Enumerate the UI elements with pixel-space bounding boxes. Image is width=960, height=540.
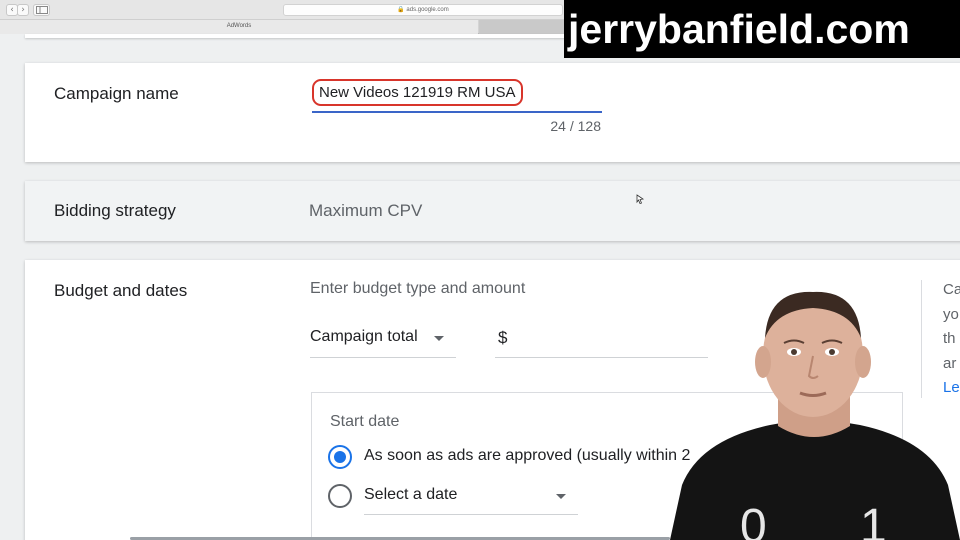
- campaign-name-card: Campaign name New Videos 121919 RM USA 2…: [25, 63, 960, 162]
- campaign-name-label: Campaign name: [54, 84, 179, 103]
- bidding-strategy-label: Bidding strategy: [54, 201, 176, 220]
- webcam-overlay: 0 1: [670, 291, 960, 540]
- budget-type-select[interactable]: Campaign total: [310, 324, 456, 358]
- dropdown-arrow-icon: [434, 336, 444, 341]
- watermark-banner: jerrybanfield.com: [564, 0, 960, 58]
- start-asap-label: As soon as ads are approved (usually wit…: [364, 447, 691, 464]
- bidding-strategy-card[interactable]: Bidding strategy Maximum CPV: [25, 181, 960, 241]
- radio-checked-icon[interactable]: [328, 445, 352, 469]
- lock-icon: 🔒: [397, 7, 405, 13]
- input-focus-underline: [312, 111, 602, 113]
- address-bar[interactable]: 🔒 ads.google.com: [283, 4, 563, 16]
- forward-button[interactable]: ›: [17, 4, 29, 16]
- mouse-cursor-icon: [636, 194, 645, 204]
- tab-adwords[interactable]: AdWords: [0, 20, 478, 34]
- campaign-name-input[interactable]: New Videos 121919 RM USA: [312, 79, 602, 113]
- sidebar-toggle-icon[interactable]: [33, 4, 50, 16]
- address-bar-url: ads.google.com: [406, 7, 449, 13]
- budget-prompt: Enter budget type and amount: [310, 280, 526, 297]
- currency-symbol: $: [498, 328, 508, 347]
- presenter-shirt: [670, 420, 960, 540]
- character-counter: 24 / 128: [550, 118, 601, 134]
- start-date-title: Start date: [330, 413, 400, 430]
- presenter-pupil: [829, 349, 835, 355]
- shirt-digit: 0: [740, 500, 767, 540]
- presenter-ear: [855, 346, 871, 378]
- radio-unchecked-icon[interactable]: [328, 484, 352, 508]
- presenter-ear: [755, 346, 771, 378]
- budget-dates-label: Budget and dates: [54, 281, 188, 300]
- shirt-digit: 1: [860, 500, 887, 540]
- dropdown-arrow-icon: [556, 494, 566, 499]
- bidding-strategy-value: Maximum CPV: [309, 201, 423, 220]
- start-date-select-label: Select a date: [364, 486, 458, 503]
- campaign-name-value[interactable]: New Videos 121919 RM USA: [312, 79, 523, 106]
- start-date-select[interactable]: Select a date: [364, 481, 578, 515]
- budget-type-value: Campaign total: [310, 328, 418, 345]
- presenter-pupil: [791, 349, 797, 355]
